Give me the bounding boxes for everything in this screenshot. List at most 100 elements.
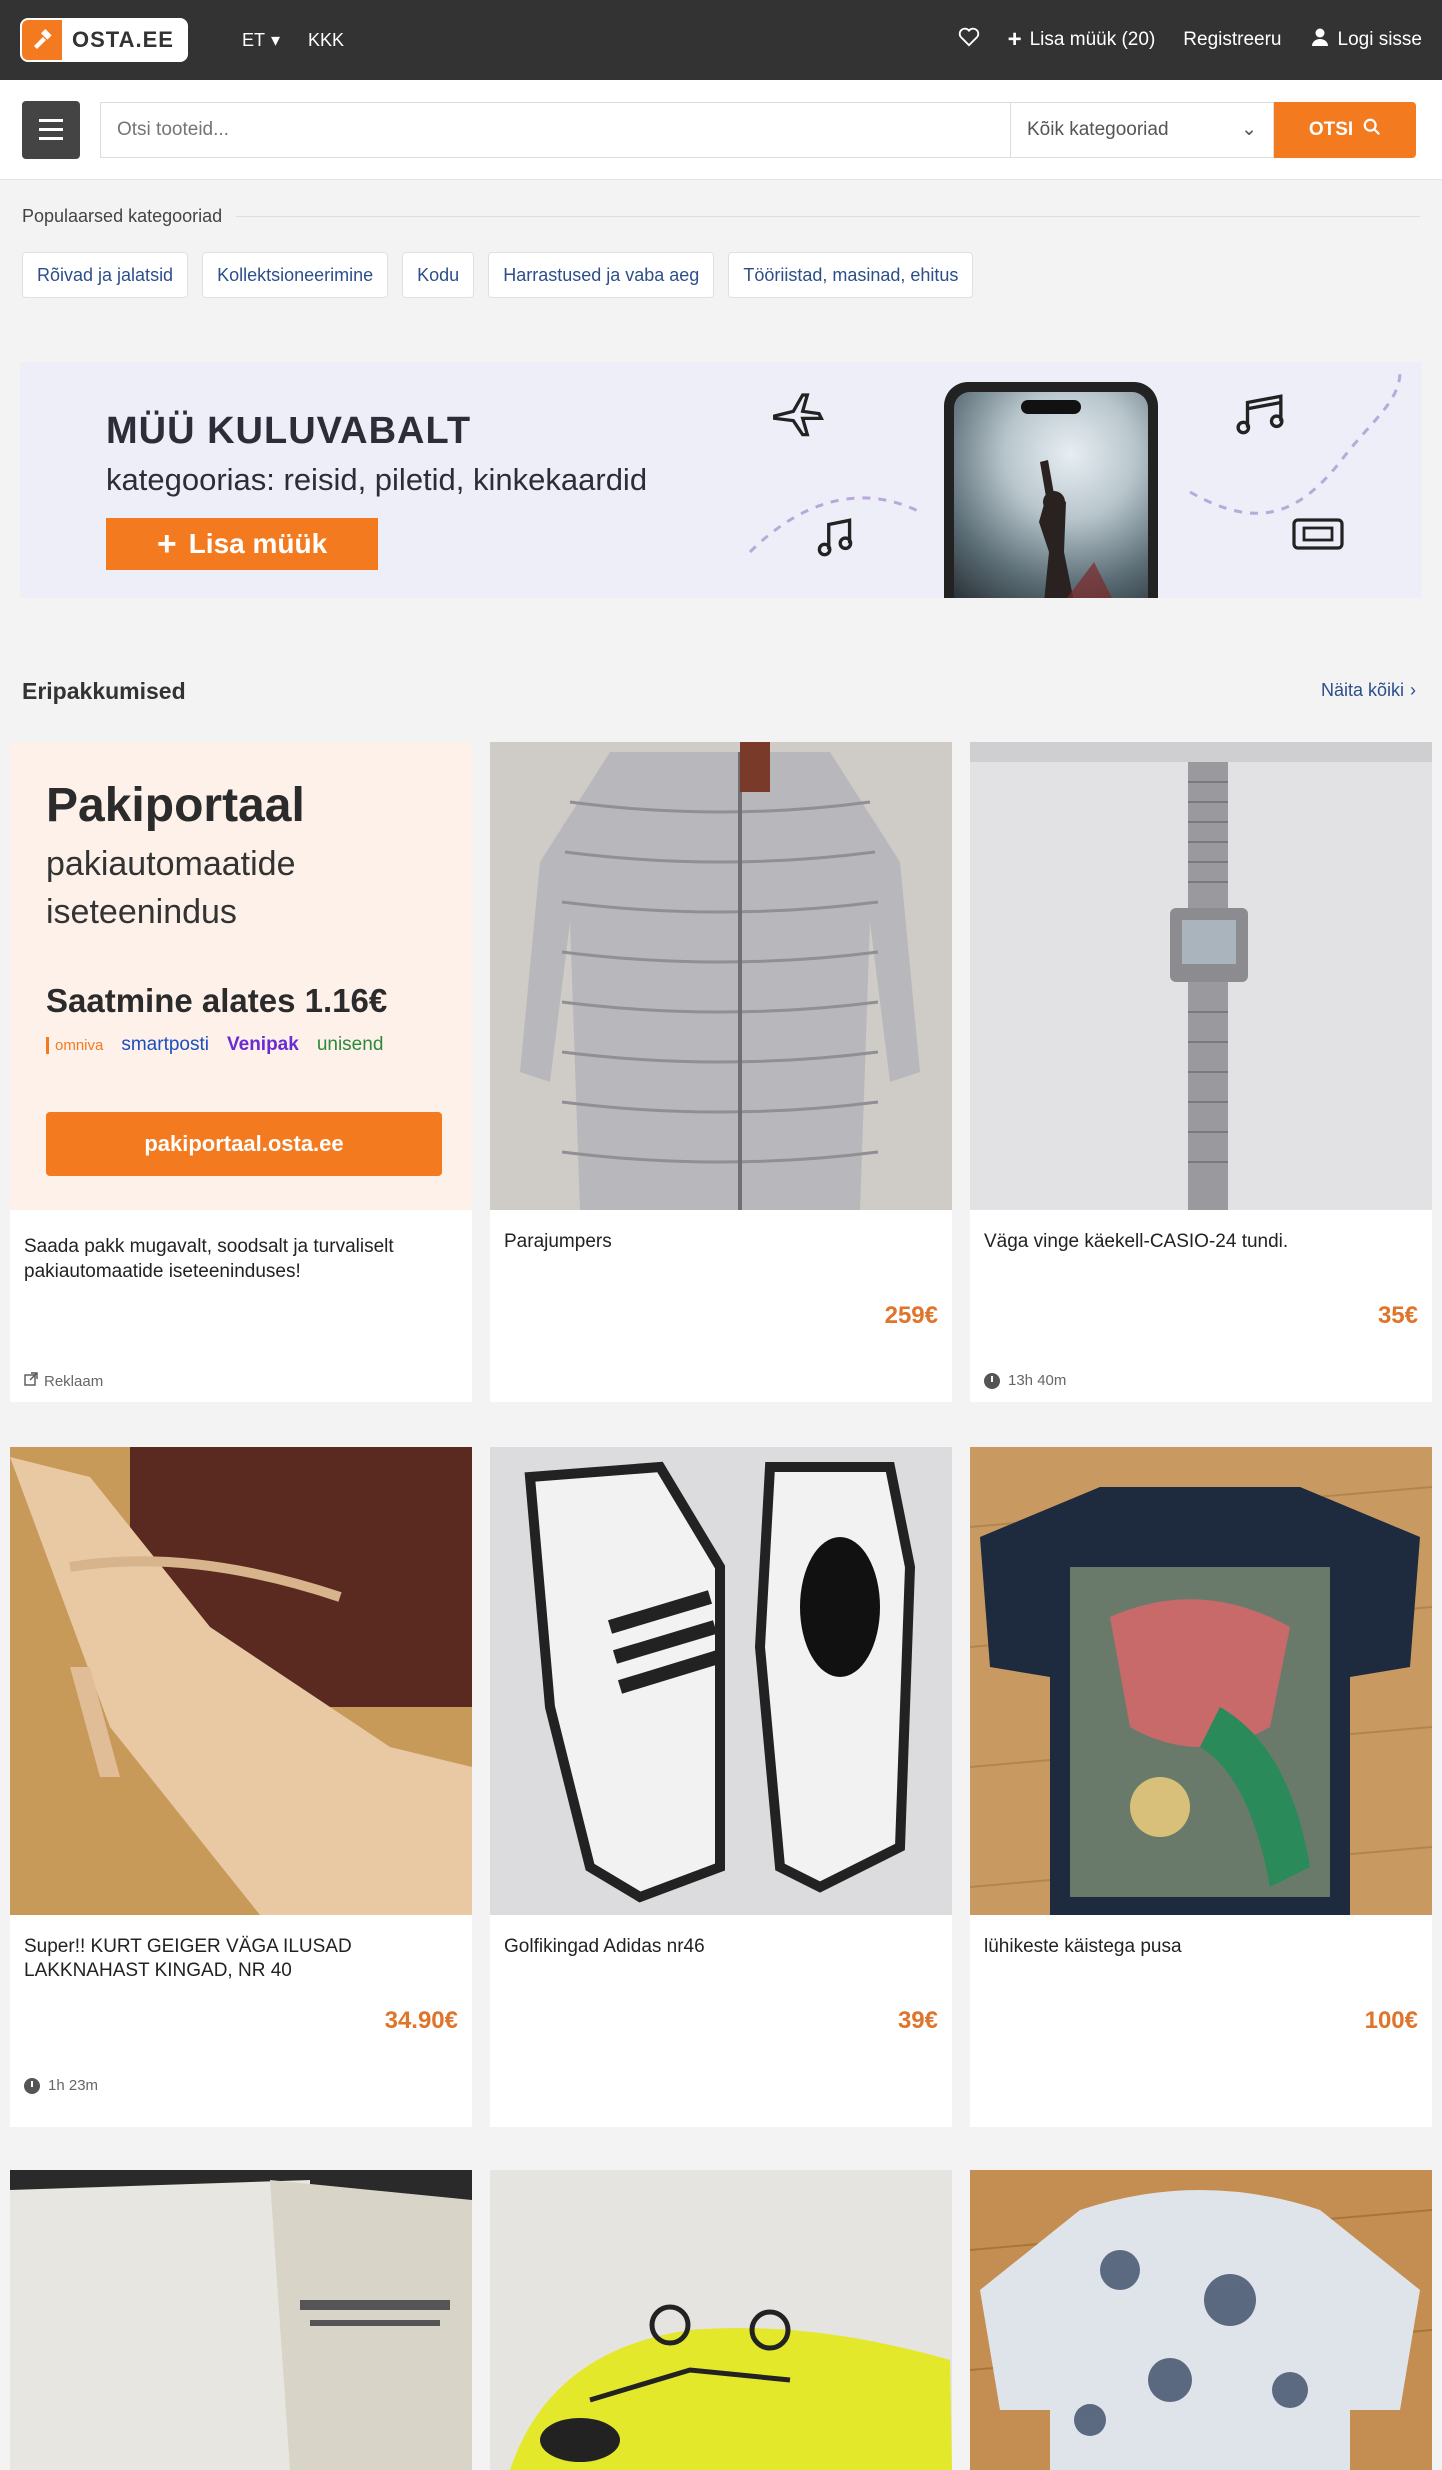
search-button-label: OTSI (1308, 118, 1354, 140)
product-image-cycling-shoes[interactable] (490, 2170, 952, 2470)
ad-description: Saada pakk mugavalt, soodsalt ja turvali… (24, 1236, 394, 1282)
banner-add-sale-button[interactable]: + Lisa müük (106, 518, 378, 570)
language-selector[interactable]: ET ▾ (242, 30, 280, 51)
product-title[interactable]: Parajumpers (504, 1230, 938, 1254)
product-image-heels[interactable] (10, 1447, 472, 1915)
product-card[interactable]: Golfikingad Adidas nr46 39€ (490, 1447, 952, 2127)
product-card[interactable]: Väga vinge käekell-CASIO-24 tundi. 35€ 1… (970, 742, 1432, 1402)
chevron-down-icon: ▾ (270, 29, 281, 50)
ad-label-text: Reklaam (44, 1372, 104, 1390)
smartposti-logo: smartposti (121, 1034, 209, 1055)
product-image-book[interactable] (10, 2170, 472, 2470)
ticket-icon (1290, 512, 1346, 561)
unisend-logo: unisend (316, 1034, 384, 1055)
product-price: 259€ (884, 1302, 938, 1329)
product-price: 39€ (897, 2007, 938, 2034)
see-all-label: Näita kõiki (1320, 680, 1404, 700)
ad-label: Reklaam (24, 1372, 103, 1390)
category-select-value: Kõik kategooriad (1027, 118, 1169, 140)
omniva-logo: omniva (46, 1036, 103, 1054)
music-notes-icon (1230, 390, 1290, 445)
product-card[interactable] (970, 2170, 1432, 2470)
login-link[interactable]: Logi sisse (1310, 27, 1423, 53)
site-logo[interactable]: OSTA.EE (20, 18, 188, 62)
user-icon (1310, 27, 1330, 53)
category-select[interactable]: Kõik kategooriad ⌄ (1010, 101, 1274, 158)
clock-icon (24, 2077, 40, 2094)
product-price: 34.90€ (384, 2007, 458, 2034)
search-input[interactable] (100, 101, 1010, 158)
concert-photo (954, 392, 1148, 598)
airplane-icon (770, 388, 826, 449)
category-chip[interactable]: Kollektsioneerimine (202, 252, 389, 298)
add-sale-button[interactable]: + Lisa müük (20) (1008, 26, 1156, 54)
see-all-link[interactable]: Näita kõiki › (1321, 680, 1416, 701)
clock-icon (984, 1372, 1000, 1389)
heart-icon (958, 27, 980, 53)
ad-shipping: Saatmine alates 1.16€ (46, 982, 388, 1019)
popular-categories-title: Populaarsed kategooriad (22, 206, 1420, 227)
time-remaining-value: 13h 40m (1008, 1372, 1067, 1389)
product-card[interactable]: Parajumpers 259€ (490, 742, 952, 1402)
hammer-icon (22, 20, 62, 60)
product-card[interactable]: lühikeste käistega pusa 100€ (970, 1447, 1432, 2127)
time-remaining: 1h 23m (24, 2077, 98, 2094)
carrier-logos: omniva smartposti Venipak unisend (46, 1034, 383, 1056)
category-chip[interactable]: Kodu (402, 252, 475, 298)
product-price: 100€ (1364, 2007, 1418, 2034)
product-image-watch[interactable] (970, 742, 1432, 1210)
category-chip[interactable]: Tööriistad, masinad, ehitus (728, 252, 974, 298)
product-title[interactable]: Super!! KURT GEIGER VÄGA ILUSAD LAKKNAHA… (24, 1935, 458, 1983)
phone-illustration (944, 382, 1158, 598)
pakiportaal-button[interactable]: pakiportaal.osta.ee (46, 1112, 442, 1176)
top-bar: OSTA.EE ET ▾ KKK + Lisa müük (20) Regist… (0, 0, 1442, 80)
time-remaining-value: 1h 23m (48, 2077, 99, 2094)
product-image-tshirt[interactable] (970, 1447, 1432, 1915)
menu-button[interactable] (22, 100, 80, 159)
ad-subtitle-line: iseteenindus (46, 893, 237, 931)
category-chip[interactable]: Rõivad ja jalatsid (22, 252, 189, 298)
promo-banner[interactable]: MÜÜ KULUVABALT kategoorias: reisid, pile… (20, 362, 1422, 598)
banner-headline: MÜÜ KULUVABALT (106, 410, 472, 452)
product-image-jacket[interactable] (490, 742, 952, 1210)
product-card[interactable] (490, 2170, 952, 2470)
product-title[interactable]: lühikeste käistega pusa (984, 1935, 1418, 1959)
login-label: Logi sisse (1337, 29, 1423, 50)
product-title[interactable]: Väga vinge käekell-CASIO-24 tundi. (984, 1230, 1418, 1254)
banner-subline: kategoorias: reisid, piletid, kinkekaard… (106, 462, 648, 497)
register-link[interactable]: Registreeru (1183, 29, 1281, 51)
category-chip[interactable]: Harrastused ja vaba aeg (488, 252, 715, 298)
search-bar: Kõik kategooriad ⌄ OTSI (0, 80, 1442, 180)
chevron-right-icon: › (1410, 680, 1416, 700)
product-image-hoodie[interactable] (970, 2170, 1432, 2470)
venipak-logo: Venipak (227, 1034, 299, 1055)
popular-categories-label: Populaarsed kategooriad (22, 206, 223, 226)
ad-subtitle: pakiautomaatide iseteenindus (46, 840, 296, 936)
time-remaining: 13h 40m (984, 1372, 1066, 1389)
popular-categories-list: Rõivad ja jalatsid Kollektsioneerimine K… (22, 252, 974, 298)
ad-title: Pakiportaal (46, 779, 305, 832)
search-icon (1363, 118, 1381, 142)
section-title: Eripakkumised (22, 678, 186, 704)
product-card[interactable]: Super!! KURT GEIGER VÄGA ILUSAD LAKKNAHA… (10, 1447, 472, 2127)
currency-label[interactable]: KKK (308, 30, 344, 51)
plus-icon: + (1007, 26, 1022, 53)
ad-image: Pakiportaal pakiautomaatide iseteenindus… (10, 742, 472, 1210)
plus-icon: + (156, 524, 177, 563)
external-link-icon (24, 1372, 38, 1390)
language-label: ET (241, 29, 265, 50)
logo-text: OSTA.EE (72, 27, 174, 52)
search-button[interactable]: OTSI (1274, 101, 1416, 158)
chevron-down-icon: ⌄ (1241, 119, 1257, 140)
favorites-button[interactable] (958, 27, 980, 53)
ad-subtitle-line: pakiautomaatide (46, 845, 296, 883)
product-image-golf-shoes[interactable] (490, 1447, 952, 1915)
product-price: 35€ (1377, 1302, 1418, 1329)
ad-card[interactable]: Pakiportaal pakiautomaatide iseteenindus… (10, 742, 472, 1402)
product-title[interactable]: Golfikingad Adidas nr46 (504, 1935, 938, 1959)
banner-button-label: Lisa müük (188, 528, 328, 559)
product-card[interactable] (10, 2170, 472, 2470)
register-label: Registreeru (1183, 29, 1282, 50)
music-note-icon (810, 512, 860, 567)
add-sale-label: Lisa müük (20) (1029, 29, 1156, 50)
